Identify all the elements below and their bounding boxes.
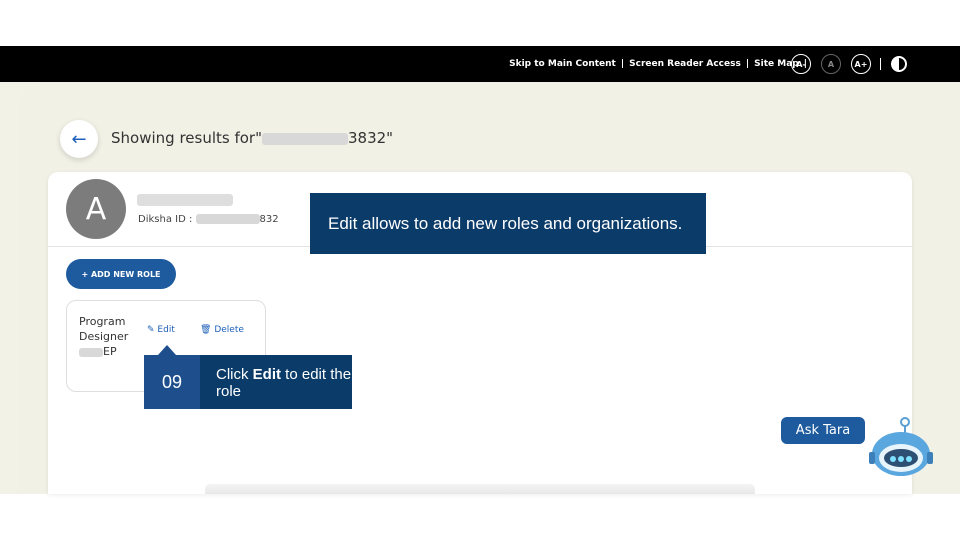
redacted-text bbox=[79, 347, 103, 357]
accessibility-bar: Skip to Main Content | Screen Reader Acc… bbox=[0, 46, 960, 82]
font-increase-button[interactable]: A+ bbox=[851, 54, 871, 74]
separator: | bbox=[620, 59, 625, 69]
font-normal-button[interactable]: A bbox=[821, 54, 841, 74]
font-decrease-button[interactable]: A- bbox=[791, 54, 811, 74]
separator: | bbox=[745, 59, 750, 69]
search-results-heading: Showing results for" 3832" bbox=[111, 129, 394, 147]
robot-icon[interactable] bbox=[866, 408, 936, 484]
back-button[interactable]: ← bbox=[60, 120, 98, 158]
step-instruction: Click Edit to edit the role bbox=[200, 355, 352, 409]
tutorial-tooltip: Edit allows to add new roles and organiz… bbox=[310, 193, 706, 254]
step-number: 09 bbox=[144, 355, 200, 409]
ask-tara-button[interactable]: Ask Tara bbox=[781, 417, 865, 444]
bottom-sheet-edge bbox=[205, 484, 755, 494]
add-new-role-button[interactable]: + ADD NEW ROLE bbox=[66, 259, 176, 289]
trash-icon: 🗑 bbox=[200, 325, 212, 335]
role-name: Program Designer EP bbox=[79, 315, 129, 358]
edit-role-link[interactable]: ✎ Edit bbox=[147, 325, 175, 335]
skip-to-main-link[interactable]: Skip to Main Content bbox=[509, 59, 616, 69]
redacted-text bbox=[195, 214, 260, 224]
redacted-user-name bbox=[137, 194, 233, 206]
divider bbox=[880, 58, 881, 70]
redacted-text bbox=[261, 132, 348, 145]
screen-reader-link[interactable]: Screen Reader Access bbox=[629, 59, 741, 69]
contrast-toggle-icon[interactable] bbox=[891, 56, 907, 72]
callout-pointer bbox=[158, 345, 176, 355]
arrow-left-icon: ← bbox=[71, 128, 87, 150]
diksha-id: Diksha ID : 832 bbox=[138, 214, 279, 225]
delete-role-link[interactable]: 🗑 Delete bbox=[200, 325, 244, 335]
avatar: A bbox=[66, 179, 126, 239]
accessibility-links: Skip to Main Content | Screen Reader Acc… bbox=[509, 46, 812, 82]
pencil-icon: ✎ bbox=[147, 325, 155, 335]
